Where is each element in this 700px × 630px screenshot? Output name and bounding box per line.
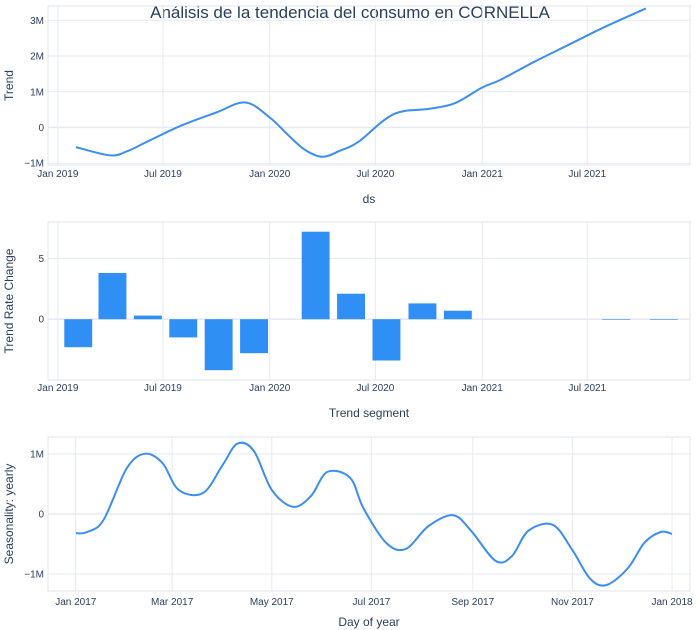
x-tick-label: Mar 2017	[151, 597, 194, 608]
y-tick-label: 3M	[30, 16, 44, 27]
x-tick-label: Jul 2020	[356, 383, 394, 394]
bar	[337, 293, 365, 320]
x-tick-label: Jul 2019	[144, 169, 182, 180]
x-tick-label: Jan 2020	[249, 383, 291, 394]
x-tick-label: Jul 2020	[356, 169, 394, 180]
y-tick-label: 1M	[30, 87, 44, 98]
bar	[602, 319, 631, 320]
x-tick-label: Jan 2020	[249, 169, 291, 180]
panel-trend-rate-change: Jan 2019 Jul 2019 Jan 2020 Jul 2020 Jan 2021…	[2, 221, 691, 420]
x-tick-label: Jan 2017	[55, 597, 97, 608]
x-tick-label: Jan 2018	[651, 597, 693, 608]
y-tick-label: 5	[38, 254, 44, 265]
x-tick-label: Sep 2017	[451, 597, 494, 608]
x-tick-label: Jul 2021	[568, 169, 606, 180]
x-tick-label: Jul 2017	[353, 597, 391, 608]
bar	[169, 319, 198, 338]
y-tick-label: 0	[38, 510, 44, 521]
bar	[240, 319, 268, 354]
x-tick-label: Jan 2019	[37, 169, 79, 180]
bar	[204, 319, 233, 371]
figure: Análisis de la tendencia del consumo en …	[2, 3, 693, 629]
bar	[649, 319, 678, 320]
y-axis-label: Trend	[2, 70, 16, 101]
y-axis-label: Trend Rate Change	[2, 248, 16, 353]
bar	[133, 315, 162, 320]
y-tick-label: −1M	[24, 570, 44, 581]
plot-frame	[47, 5, 691, 166]
y-tick-label: 0	[38, 315, 44, 326]
bar	[443, 310, 472, 320]
y-tick-label: 2M	[30, 52, 44, 63]
x-axis-label: ds	[363, 192, 376, 206]
chart-canvas: Análisis de la tendencia del consumo en …	[0, 0, 700, 630]
bar	[98, 273, 127, 320]
y-tick-label: 0	[38, 123, 44, 134]
x-tick-label: May 2017	[250, 597, 294, 608]
x-tick-label: Nov 2017	[551, 597, 594, 608]
x-axis-label: Day of year	[338, 615, 399, 629]
y-axis-label: Seasonality: yearly	[2, 464, 16, 565]
y-tick-label: 1M	[30, 449, 44, 460]
x-tick-label: Jan 2019	[37, 383, 79, 394]
bar	[408, 303, 437, 320]
panel-seasonality-yearly: Jan 2017 Mar 2017 May 2017 Jul 2017 Sep 2017…	[2, 436, 693, 629]
x-axis-label: Trend segment	[329, 406, 410, 420]
bar	[372, 319, 401, 361]
x-tick-label: Jan 2021	[462, 383, 504, 394]
x-tick-label: Jul 2021	[568, 383, 606, 394]
plot-frame	[47, 221, 691, 381]
x-tick-label: Jan 2021	[462, 169, 504, 180]
bar	[64, 319, 93, 348]
bar	[301, 231, 330, 320]
panel-trend: Jan 2019 Jul 2019 Jan 2020 Jul 2020 Jan 2021…	[2, 5, 691, 206]
y-tick-label: −1M	[24, 159, 44, 170]
series-line-trend	[75, 7, 647, 158]
x-tick-label: Jul 2019	[144, 383, 182, 394]
